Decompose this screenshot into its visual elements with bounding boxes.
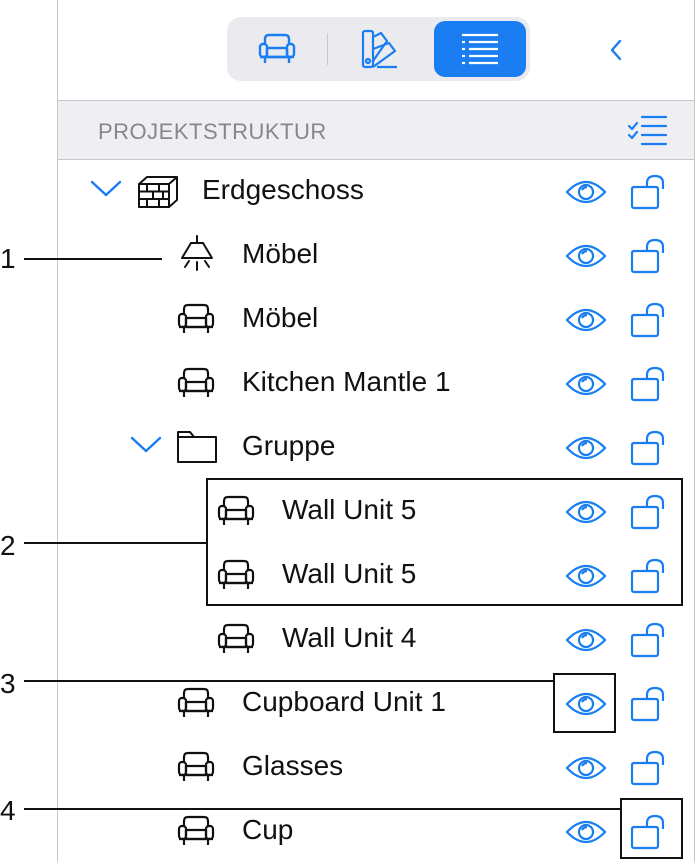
- callout-line-1: [24, 258, 162, 260]
- row-label: Erdgeschoss: [202, 174, 364, 205]
- callout-number-1: 1: [0, 243, 16, 274]
- chevron-down-icon[interactable]: [90, 178, 122, 198]
- folder-icon: [177, 431, 217, 463]
- tree-row-wall-unit-4[interactable]: Wall Unit 4: [58, 608, 694, 672]
- row-label: Cupboard Unit 1: [242, 686, 446, 717]
- armchair-icon: [258, 33, 296, 63]
- unlocked-icon[interactable]: [629, 429, 671, 467]
- unlocked-icon[interactable]: [629, 237, 671, 275]
- callout-number-3: 3: [0, 668, 16, 699]
- row-label: Kitchen Mantle 1: [242, 366, 451, 397]
- armchair-icon: [177, 751, 215, 781]
- eye-icon[interactable]: [565, 434, 607, 462]
- callout-line-4: [24, 808, 622, 810]
- callout-box-3: [553, 673, 616, 733]
- unlocked-icon[interactable]: [629, 621, 671, 659]
- callout-number-2: 2: [0, 530, 16, 561]
- eye-icon[interactable]: [565, 306, 607, 334]
- list-icon: [462, 33, 498, 65]
- row-label: Glasses: [242, 750, 344, 781]
- lamp-icon: [181, 235, 213, 271]
- chevron-left-icon: [610, 39, 622, 61]
- row-label: Gruppe: [242, 430, 336, 461]
- swatches-icon: [361, 29, 397, 69]
- floor-icon: [138, 176, 178, 208]
- unlocked-icon[interactable]: [629, 301, 671, 339]
- row-label: Cup: [242, 814, 294, 845]
- tree-row-moebel-lights[interactable]: Möbel: [58, 224, 694, 288]
- eye-icon[interactable]: [565, 370, 607, 398]
- segment-divider: [327, 33, 328, 65]
- row-label: Wall Unit 4: [282, 622, 417, 653]
- section-title: PROJEKTSTRUKTUR: [98, 119, 327, 144]
- view-segmented-control: [227, 17, 530, 81]
- collapse-panel-button[interactable]: [596, 30, 636, 70]
- unlocked-icon[interactable]: [629, 365, 671, 403]
- unlocked-icon[interactable]: [629, 173, 671, 211]
- armchair-icon: [217, 623, 255, 653]
- eye-icon[interactable]: [565, 818, 607, 846]
- tree-row-erdgeschoss[interactable]: Erdgeschoss: [58, 160, 694, 224]
- armchair-icon: [177, 815, 215, 845]
- chevron-down-icon[interactable]: [130, 434, 162, 454]
- tab-materials[interactable]: [333, 21, 425, 77]
- callout-line-3: [24, 680, 554, 682]
- section-header: PROJEKTSTRUKTUR: [58, 100, 694, 160]
- checklist-button[interactable]: [626, 113, 668, 152]
- unlocked-icon[interactable]: [629, 749, 671, 787]
- callout-line-2: [24, 542, 208, 544]
- tree-row-kitchen-mantle-1[interactable]: Kitchen Mantle 1: [58, 352, 694, 416]
- row-label: Möbel: [242, 238, 319, 269]
- unlocked-icon[interactable]: [629, 685, 671, 723]
- row-label: Möbel: [242, 302, 319, 333]
- tab-structure[interactable]: [434, 21, 526, 77]
- eye-icon[interactable]: [565, 626, 607, 654]
- armchair-icon: [177, 367, 215, 397]
- eye-icon[interactable]: [565, 178, 607, 206]
- checklist-icon: [627, 115, 668, 146]
- tree-row-moebel[interactable]: Möbel: [58, 288, 694, 352]
- tab-furniture[interactable]: [231, 21, 323, 77]
- callout-box-2: [206, 478, 683, 606]
- callout-box-4: [620, 798, 683, 859]
- eye-icon[interactable]: [565, 754, 607, 782]
- tree-row-gruppe[interactable]: Gruppe: [58, 416, 694, 480]
- tree-row-glasses[interactable]: Glasses: [58, 736, 694, 800]
- armchair-icon: [177, 687, 215, 717]
- callout-number-4: 4: [0, 795, 16, 826]
- eye-icon[interactable]: [565, 242, 607, 270]
- armchair-icon: [177, 303, 215, 333]
